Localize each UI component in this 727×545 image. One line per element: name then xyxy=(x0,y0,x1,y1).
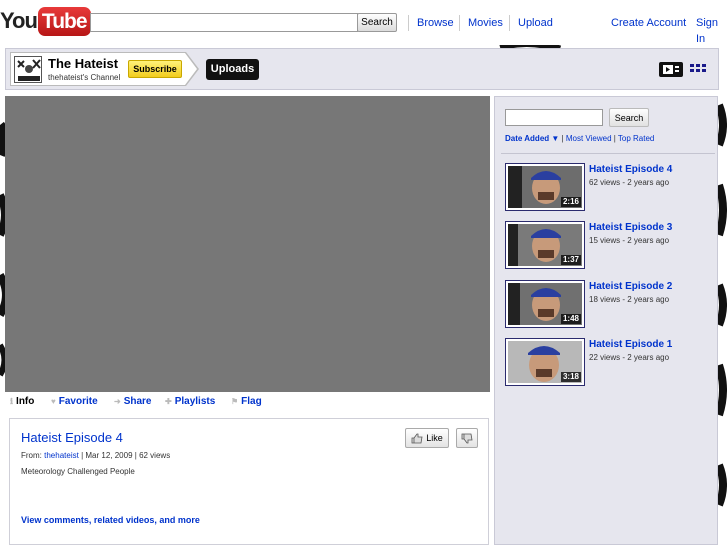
channel-search-button[interactable]: Search xyxy=(609,108,649,127)
channel-header: The Hateist thehateist's Channel Subscri… xyxy=(5,48,719,90)
grid-view-toggle[interactable] xyxy=(690,64,708,76)
chevron-down-icon: ▼ xyxy=(551,134,560,143)
view-count: 62 views xyxy=(139,451,171,460)
video-duration: 2:16 xyxy=(560,197,581,207)
channel-title[interactable]: The Hateist xyxy=(48,56,118,71)
channel-avatar[interactable] xyxy=(14,56,42,83)
divider xyxy=(501,153,715,154)
create-account-link[interactable]: Create Account xyxy=(603,15,694,31)
video-thumbnail[interactable]: 2:16 xyxy=(505,163,585,211)
video-title-link[interactable]: Hateist Episode 4 xyxy=(589,164,672,175)
video-list-item[interactable]: 1:37 Hateist Episode 3 15 views - 2 year… xyxy=(505,221,710,269)
video-meta: From: thehateist | Mar 12, 2009 | 62 vie… xyxy=(21,451,170,460)
heart-icon: ♥ xyxy=(51,397,56,406)
player-tabs: ℹ Info ♥ Favorite ➜ Share ✚ Playlists ⚑ Flag xyxy=(10,395,490,411)
sort-most-viewed[interactable]: Most Viewed xyxy=(566,134,612,143)
video-meta: 15 views - 2 years ago xyxy=(589,236,670,245)
flag-icon: ⚑ xyxy=(231,397,239,406)
nav-upload[interactable]: Upload xyxy=(509,15,561,31)
tab-share[interactable]: ➜ Share xyxy=(114,396,152,407)
channel-search-input[interactable] xyxy=(505,109,603,126)
grid-view-icon xyxy=(690,64,706,72)
tab-favorite-label: Favorite xyxy=(58,396,98,407)
video-title-link[interactable]: Hateist Episode 2 xyxy=(589,281,672,292)
tab-info[interactable]: ℹ Info xyxy=(10,396,34,407)
share-arrow-icon: ➜ xyxy=(114,397,121,406)
player-view-icon xyxy=(663,65,679,74)
thumbs-down-icon xyxy=(461,433,473,443)
tab-playlists-label: Playlists xyxy=(174,396,216,407)
video-list-item[interactable]: 3:18 Hateist Episode 1 22 views - 2 year… xyxy=(505,338,710,386)
like-button[interactable]: Like xyxy=(405,428,449,448)
sort-date-added-label: Date Added xyxy=(505,134,550,143)
player-view-toggle[interactable] xyxy=(659,62,683,77)
thumbs-up-icon xyxy=(411,433,423,443)
tab-playlists[interactable]: ✚ Playlists xyxy=(165,396,215,407)
tab-flag-label: Flag xyxy=(241,396,262,407)
video-meta: 22 views - 2 years ago xyxy=(589,353,670,362)
tab-info-label: Info xyxy=(16,396,35,407)
video-title-link[interactable]: Hateist Episode 3 xyxy=(589,222,672,233)
video-player[interactable] xyxy=(5,96,490,392)
video-thumbnail[interactable]: 1:37 xyxy=(505,221,585,269)
from-label: From: xyxy=(21,451,42,460)
uploads-tab[interactable]: Uploads xyxy=(206,59,259,80)
search-button[interactable]: Search xyxy=(357,13,397,32)
video-duration: 1:37 xyxy=(560,255,581,265)
nav-movies[interactable]: Movies xyxy=(459,15,511,31)
sort-bar: Date Added ▼ | Most Viewed | Top Rated xyxy=(505,134,654,143)
video-list-item[interactable]: 1:48 Hateist Episode 2 18 views - 2 year… xyxy=(505,280,710,328)
video-thumbnail[interactable]: 1:48 xyxy=(505,280,585,328)
subscribe-button[interactable]: Subscribe xyxy=(128,60,182,78)
video-duration: 3:18 xyxy=(560,372,581,382)
logo-tube-text: Tube xyxy=(37,6,91,36)
view-more-link[interactable]: View comments, related videos, and more xyxy=(21,515,200,525)
video-thumbnail[interactable]: 3:18 xyxy=(505,338,585,386)
video-title: Hateist Episode 4 xyxy=(21,430,123,445)
uploads-sidebar: Search Date Added ▼ | Most Viewed | Top … xyxy=(494,96,718,545)
sign-in-link[interactable]: Sign In xyxy=(688,15,727,45)
nav-browse[interactable]: Browse xyxy=(408,15,462,31)
video-title-link[interactable]: Hateist Episode 1 xyxy=(589,339,672,350)
like-label: Like xyxy=(426,433,443,443)
video-description: Meteorology Challenged People xyxy=(21,467,135,476)
plus-icon: ✚ xyxy=(165,397,172,406)
tab-flag[interactable]: ⚑ Flag xyxy=(231,396,262,407)
masthead: You Tube Search Browse Movies Upload Cre… xyxy=(0,0,727,45)
video-meta: 62 views - 2 years ago xyxy=(589,178,670,187)
video-duration: 1:48 xyxy=(560,314,581,324)
dislike-button[interactable] xyxy=(456,428,478,448)
youtube-logo[interactable]: You Tube xyxy=(0,5,91,37)
video-meta: 18 views - 2 years ago xyxy=(589,295,670,304)
video-info-panel: Hateist Episode 4 From: thehateist | Mar… xyxy=(9,418,489,545)
info-icon: ℹ xyxy=(10,397,14,406)
video-list-item[interactable]: 2:16 Hateist Episode 4 62 views - 2 year… xyxy=(505,163,710,211)
tab-favorite[interactable]: ♥ Favorite xyxy=(51,396,98,407)
tab-share-label: Share xyxy=(123,396,152,407)
avatar-icon xyxy=(15,57,41,82)
sort-date-added[interactable]: Date Added ▼ xyxy=(505,134,559,143)
logo-you-text: You xyxy=(0,8,38,33)
sort-top-rated[interactable]: Top Rated xyxy=(618,134,654,143)
search-input[interactable] xyxy=(90,13,358,32)
author-link[interactable]: thehateist xyxy=(44,451,79,460)
channel-subtitle: thehateist's Channel xyxy=(48,73,121,82)
channel-info-box: The Hateist thehateist's Channel Subscri… xyxy=(10,52,199,86)
upload-date: Mar 12, 2009 xyxy=(85,451,133,460)
